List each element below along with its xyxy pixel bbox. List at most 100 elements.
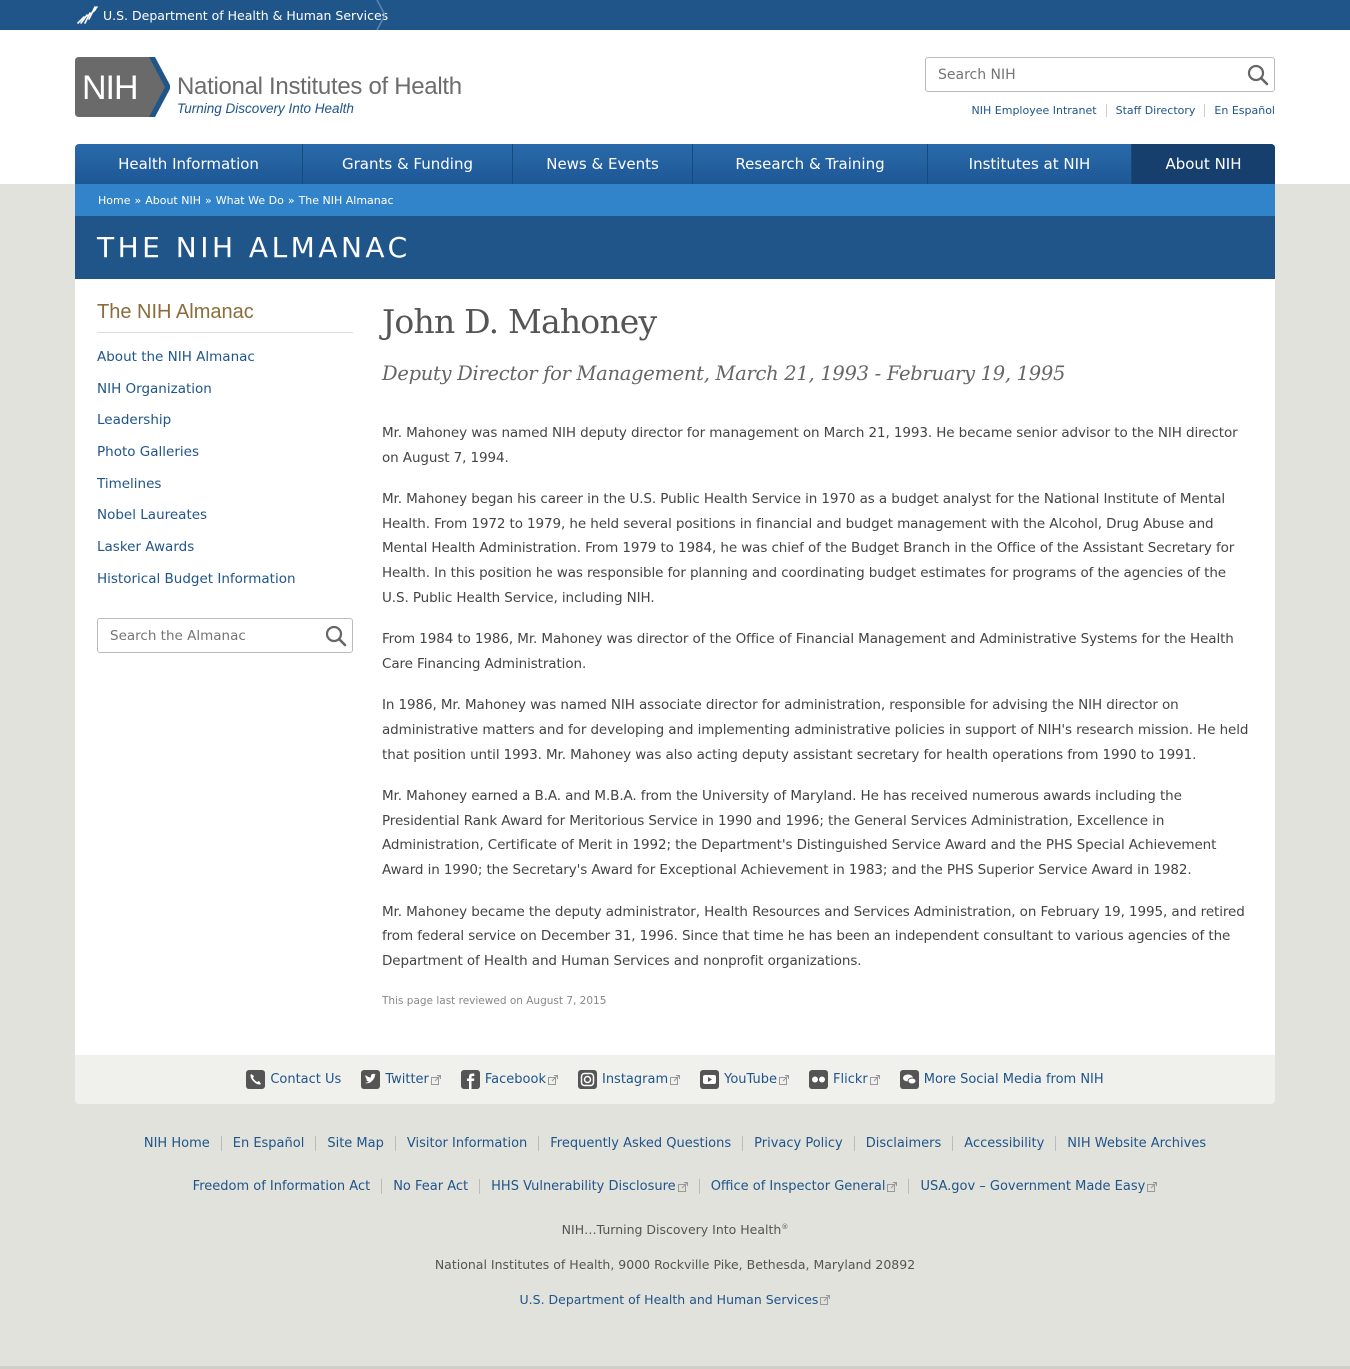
breadcrumb-home[interactable]: Home <box>98 194 130 207</box>
sidebar: The NIH Almanac About the NIH Almanac NI… <box>97 300 353 595</box>
social-label: More Social Media from NIH <box>923 1072 1104 1087</box>
sidebar-item-timelines[interactable]: Timelines <box>97 476 161 492</box>
sidebar-item-leadership[interactable]: Leadership <box>97 412 171 428</box>
external-link-icon <box>670 1074 681 1085</box>
nih-badge-icon: NIH <box>75 57 170 117</box>
footer-link[interactable]: NIH Website Archives <box>1055 1136 1217 1151</box>
footer-link[interactable]: Frequently Asked Questions <box>538 1136 742 1151</box>
nav-about-nih[interactable]: About NIH <box>1132 144 1275 184</box>
nih-search-input[interactable] <box>938 65 1228 85</box>
footer-tagline-text: NIH…Turning Discovery Into Health <box>561 1222 782 1237</box>
breadcrumb-separator: » <box>287 193 295 207</box>
external-link-icon <box>820 1295 831 1305</box>
footer-hhs: U.S. Department of Health and Human Serv… <box>0 1292 1350 1307</box>
almanac-search-box <box>97 618 353 653</box>
breadcrumb: Home » About NIH » What We Do » The NIH … <box>75 184 1275 216</box>
footer-link-label: USA.gov – Government Made Easy <box>920 1179 1146 1194</box>
search-icon[interactable] <box>1247 64 1269 86</box>
youtube-link[interactable]: YouTube <box>700 1070 789 1089</box>
nih-search-box <box>925 57 1275 92</box>
footer-link[interactable]: Office of Inspector General <box>698 1179 909 1194</box>
footer-link-label: HHS Vulnerability Disclosure <box>491 1179 676 1194</box>
nav-grants-funding[interactable]: Grants & Funding <box>303 144 513 184</box>
youtube-icon <box>700 1070 720 1089</box>
sidebar-item-nih-organization[interactable]: NIH Organization <box>97 381 212 397</box>
nav-research-training[interactable]: Research & Training <box>693 144 928 184</box>
article-paragraph: Mr. Mahoney began his career in the U.S.… <box>382 491 1235 606</box>
sidebar-item-historical-budget[interactable]: Historical Budget Information <box>97 571 296 587</box>
footer-link[interactable]: NIH Home <box>133 1136 221 1151</box>
breadcrumb-separator: » <box>134 193 142 207</box>
footer-link[interactable]: Disclaimers <box>853 1136 953 1151</box>
contact-us-link[interactable]: Contact Us <box>246 1070 341 1089</box>
section-banner: THE NIH ALMANAC <box>75 216 1275 279</box>
external-link-icon <box>547 1074 558 1085</box>
hhs-link[interactable]: U.S. Department of Health & Human Servic… <box>75 0 388 30</box>
nih-badge-text: NIH <box>82 69 138 107</box>
sidebar-item-nobel-laureates[interactable]: Nobel Laureates <box>97 507 207 523</box>
external-link-icon <box>1147 1181 1158 1192</box>
footer-link[interactable]: Privacy Policy <box>742 1136 854 1151</box>
article-paragraph: Mr. Mahoney was named NIH deputy directo… <box>382 425 1238 466</box>
nav-health-information[interactable]: Health Information <box>75 144 303 184</box>
footer-link[interactable]: Site Map <box>315 1136 395 1151</box>
footer-link[interactable]: HHS Vulnerability Disclosure <box>479 1179 699 1194</box>
chat-icon <box>899 1070 919 1089</box>
footer-link[interactable]: No Fear Act <box>381 1179 479 1194</box>
footer-link-label: Freedom of Information Act <box>192 1179 371 1194</box>
sidebar-item-lasker-awards[interactable]: Lasker Awards <box>97 539 194 555</box>
registered-mark: ® <box>781 1222 789 1231</box>
footer-link[interactable]: USA.gov – Government Made Easy <box>908 1179 1168 1194</box>
instagram-link[interactable]: Instagram <box>577 1070 681 1089</box>
en-espanol-link[interactable]: En Español <box>1204 104 1275 117</box>
org-tagline: Turning Discovery Into Health <box>177 101 354 116</box>
sidebar-item-photo-galleries[interactable]: Photo Galleries <box>97 444 199 460</box>
footer-links-primary: NIH Home En Español Site Map Visitor Inf… <box>0 1136 1350 1151</box>
social-label: YouTube <box>724 1072 777 1087</box>
employee-intranet-link[interactable]: NIH Employee Intranet <box>963 104 1106 117</box>
breadcrumb-what-we-do[interactable]: What We Do <box>216 194 284 207</box>
hhs-top-bar: U.S. Department of Health & Human Servic… <box>0 0 1350 30</box>
last-reviewed: This page last reviewed on August 7, 201… <box>382 995 607 1008</box>
flickr-link[interactable]: Flickr <box>809 1070 880 1089</box>
almanac-search-input[interactable] <box>110 626 315 646</box>
breadcrumb-about-nih[interactable]: About NIH <box>145 194 201 207</box>
sidebar-menu: About the NIH Almanac NIH Organization L… <box>97 341 353 595</box>
footer-links-secondary: Freedom of Information Act No Fear Act H… <box>0 1179 1350 1194</box>
breadcrumb-current: The NIH Almanac <box>298 193 394 207</box>
external-link-icon <box>869 1074 880 1085</box>
instagram-icon <box>577 1070 597 1089</box>
external-link-icon <box>430 1074 441 1085</box>
social-label: Facebook <box>484 1072 546 1087</box>
social-bar: Contact Us Twitter Facebook Instagram Yo… <box>75 1055 1275 1104</box>
hhs-label: U.S. Department of Health & Human Servic… <box>103 7 389 23</box>
staff-directory-link[interactable]: Staff Directory <box>1105 104 1205 117</box>
article-subtitle: Deputy Director for Management, March 21… <box>382 362 1066 385</box>
facebook-link[interactable]: Facebook <box>460 1070 558 1089</box>
breadcrumb-separator: » <box>204 193 212 207</box>
social-label: Contact Us <box>270 1072 342 1087</box>
article-paragraph: Mr. Mahoney became the deputy administra… <box>382 903 1245 969</box>
hhs-footer-label: U.S. Department of Health and Human Serv… <box>519 1292 819 1307</box>
twitter-link[interactable]: Twitter <box>361 1070 441 1089</box>
search-icon[interactable] <box>325 625 347 647</box>
footer-link[interactable]: En Español <box>220 1136 316 1151</box>
hhs-footer-link[interactable]: U.S. Department of Health and Human Serv… <box>520 1292 831 1307</box>
sidebar-item-about-almanac[interactable]: About the NIH Almanac <box>97 349 255 365</box>
footer-link[interactable]: Accessibility <box>952 1136 1055 1151</box>
footer-link[interactable]: Freedom of Information Act <box>182 1179 382 1194</box>
more-social-media-link[interactable]: More Social Media from NIH <box>899 1070 1104 1089</box>
footer-link[interactable]: Visitor Information <box>394 1136 538 1151</box>
article-paragraph: Mr. Mahoney earned a B.A. and M.B.A. fro… <box>382 788 1217 878</box>
external-link-icon <box>887 1181 898 1192</box>
external-link-icon <box>779 1074 789 1085</box>
article-paragraph: From 1984 to 1986, Mr. Mahoney was direc… <box>382 631 1234 672</box>
external-link-icon <box>677 1181 688 1192</box>
nav-news-events[interactable]: News & Events <box>513 144 693 184</box>
hhs-divider-chevron <box>376 0 386 30</box>
nav-institutes-at-nih[interactable]: Institutes at NIH <box>928 144 1132 184</box>
nih-logo[interactable]: NIH National Institutes of Health Turnin… <box>75 57 475 119</box>
phone-icon <box>246 1070 266 1089</box>
sidebar-title: The NIH Almanac <box>97 300 353 333</box>
org-name: National Institutes of Health <box>177 73 462 100</box>
